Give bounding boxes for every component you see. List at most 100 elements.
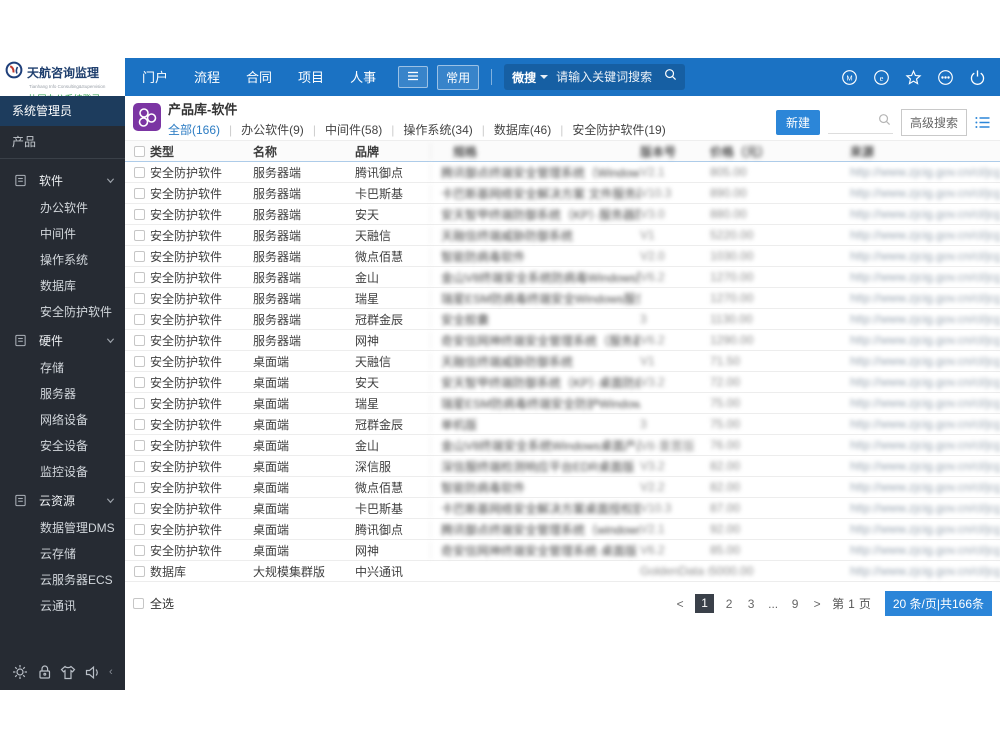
row-checkbox[interactable] [134,250,145,262]
nav-item-changyong[interactable]: 常用 [437,64,480,90]
gear-icon[interactable] [12,664,28,680]
m-badge-icon[interactable]: M [841,69,858,86]
table-row[interactable]: 安全防护软件 桌面端 金山 金山V8终端安全系统Windows桌面产品 V8·重置版 76… [125,435,1000,456]
more-icon[interactable] [937,69,954,86]
tab-5[interactable]: 安全防护软件(19) [572,121,665,138]
row-checkbox[interactable] [134,376,145,388]
table-row[interactable]: 安全防护软件 桌面端 微点佰慧 智能防病毒软件 V2.2 82.00 http://www.… [125,477,1000,498]
pagination-page-9[interactable]: 9 [788,597,802,611]
sidebar-item-网络设备[interactable]: 网络设备 [0,407,125,433]
table-row[interactable]: 安全防护软件 服务器端 微点佰慧 智能防病毒软件 V2.0 1030.00 http://w… [125,246,1000,267]
pagination-next[interactable]: > [810,597,824,611]
sidebar-item-服务器[interactable]: 服务器 [0,381,125,407]
nav-item-2[interactable]: 合同 [233,70,285,85]
pagination-page-1[interactable]: 1 [695,594,715,613]
table-row[interactable]: 安全防护软件 桌面端 网神 奇安信网神终端安全管理系统·桌面版 V6.2 85.00 htt… [125,540,1000,561]
table-row[interactable]: 安全防护软件 服务器端 冠群金辰 安全胶囊 3 1130.00 http://www.zjc… [125,309,1000,330]
search-icon[interactable] [878,113,891,131]
row-checkbox[interactable] [134,334,145,346]
sidebar-item-云存储[interactable]: 云存储 [0,541,125,567]
table-row[interactable]: 安全防护软件 桌面端 安天 安天智甲终端防御系统（KP）·桌面防病毒 V3.2 72.00… [125,372,1000,393]
page-size-badge[interactable]: 20 条/页|共166条 [884,591,992,616]
table-row[interactable]: 安全防护软件 桌面端 瑞星 瑞星ESM防病毒终端安全防护Windows桌面版 75.00… [125,393,1000,414]
table-row[interactable]: 安全防护软件 服务器端 卡巴斯基 卡巴斯基网络安全解决方案 文件服务器防护国际版V10… [125,183,1000,204]
table-row[interactable]: 安全防护软件 服务器端 安天 安天智甲终端防御系统（KP）·服务器防病毒V3.0 880… [125,204,1000,225]
row-checkbox[interactable] [134,208,145,220]
sidebar-item-数据库[interactable]: 数据库 [0,273,125,299]
pagination-page-3[interactable]: 3 [744,597,758,611]
row-checkbox[interactable] [134,544,145,556]
nav-item-4[interactable]: 人事 [337,70,389,85]
select-all[interactable]: 全选 [133,595,174,612]
sidebar-item-安全设备[interactable]: 安全设备 [0,433,125,459]
row-checkbox[interactable] [134,166,145,178]
tab-0[interactable]: 全部(166) [168,121,220,138]
tab-3[interactable]: 操作系统(34) [403,121,472,138]
table-row[interactable]: 安全防护软件 服务器端 瑞星 瑞星ESM防病毒终端安全Windows服务器版 1270.… [125,288,1000,309]
nav-hamburger-button[interactable] [398,66,429,88]
table-search-input[interactable] [829,115,878,129]
select-all-checkbox[interactable] [133,598,144,609]
sidebar-item-办公软件[interactable]: 办公软件 [0,195,125,221]
row-checkbox[interactable] [134,397,145,409]
sidebar-item-存储[interactable]: 存储 [0,355,125,381]
speaker-icon[interactable] [85,665,101,680]
nav-item-1[interactable]: 流程 [181,70,233,85]
list-view-icon[interactable] [975,116,990,129]
table-row[interactable]: 安全防护软件 服务器端 金山 金山V8终端安全系统防病毒Windows服务器版V6.2… [125,267,1000,288]
tab-2[interactable]: 中间件(58) [325,121,382,138]
star-icon[interactable] [905,69,922,86]
sidebar-item-云通讯[interactable]: 云通讯 [0,593,125,619]
row-checkbox[interactable] [134,481,145,493]
row-checkbox[interactable] [134,502,145,514]
row-checkbox[interactable] [134,355,145,367]
pagination-prev[interactable]: < [673,597,687,611]
sidebar-item-中间件[interactable]: 中间件 [0,221,125,247]
table-row[interactable]: 安全防护软件 服务器端 天融信 天融信终端威胁防御系统 V1 5220.00 http://… [125,225,1000,246]
sidebar-item-监控设备[interactable]: 监控设备 [0,459,125,485]
nav-item-3[interactable]: 项目 [285,70,337,85]
row-checkbox[interactable] [134,523,145,535]
pagination-page-2[interactable]: 2 [722,597,736,611]
sidebar-item-操作系统[interactable]: 操作系统 [0,247,125,273]
sidebar-item-数据管理DMS[interactable]: 数据管理DMS [0,515,125,541]
advanced-search-button[interactable]: 高级搜索 [900,109,967,136]
row-checkbox[interactable] [134,292,145,304]
table-row[interactable]: 安全防护软件 桌面端 深信服 深信服终端检测响应平台EDR桌面版 V3.2 82.00 ht… [125,456,1000,477]
power-icon[interactable] [969,69,986,86]
table-row[interactable]: 安全防护软件 桌面端 卡巴斯基 卡巴斯基网络安全解决方案桌面授权版（KES）·KO..… [125,498,1000,519]
row-checkbox[interactable] [134,460,145,472]
jump-page-number[interactable]: 1 [848,597,855,611]
message-icon[interactable]: e [873,69,890,86]
tab-4[interactable]: 数据库(46) [494,121,551,138]
table-row[interactable]: 安全防护软件 服务器端 腾讯御点 腾讯御点终端安全管理系统（Windows版）V2.1… [125,162,1000,183]
sidebar-section-products[interactable]: 产品 [0,126,125,159]
tab-1[interactable]: 办公软件(9) [241,121,304,138]
sidebar-group-软件[interactable]: 软件 [0,165,125,195]
table-row[interactable]: 安全防护软件 桌面端 天融信 天融信终端威胁防御系统 V1 71.50 http://www… [125,351,1000,372]
row-checkbox[interactable] [134,271,145,283]
table-row[interactable]: 安全防护软件 服务器端 网神 奇安信网神终端安全管理系统（服务器版）V6.2 1290.… [125,330,1000,351]
sidebar-group-云资源[interactable]: 云资源 [0,485,125,515]
header-checkbox[interactable] [134,145,145,157]
table-row[interactable]: 数据库 大规模集群版 中兴通讯 GoldenData s...5000.00 http:… [125,561,1000,582]
sidebar-item-安全防护软件[interactable]: 安全防护软件 [0,299,125,325]
sidebar-item-云服务器ECS[interactable]: 云服务器ECS [0,567,125,593]
search-scope-dropdown[interactable]: 微搜 [512,69,549,86]
table-row[interactable]: 安全防护软件 桌面端 冠群金辰 单机版 3 75.00 http://www.zjcig.g… [125,414,1000,435]
search-icon[interactable] [664,68,677,86]
theme-shirt-icon[interactable] [60,665,76,680]
row-checkbox[interactable] [134,229,145,241]
new-button[interactable]: 新建 [775,110,820,135]
row-checkbox[interactable] [134,418,145,430]
table-row[interactable]: 安全防护软件 桌面端 腾讯御点 腾讯御点终端安全管理系统（windows版）·V2.1… [125,519,1000,540]
sidebar-group-硬件[interactable]: 硬件 [0,325,125,355]
row-checkbox[interactable] [134,313,145,325]
collapse-icon[interactable]: ‹ [109,666,113,678]
nav-item-0[interactable]: 门户 [129,70,181,85]
row-checkbox[interactable] [134,187,145,199]
row-checkbox[interactable] [134,565,145,577]
lock-icon[interactable] [37,664,52,680]
search-input[interactable] [556,70,665,84]
row-checkbox[interactable] [134,439,145,451]
